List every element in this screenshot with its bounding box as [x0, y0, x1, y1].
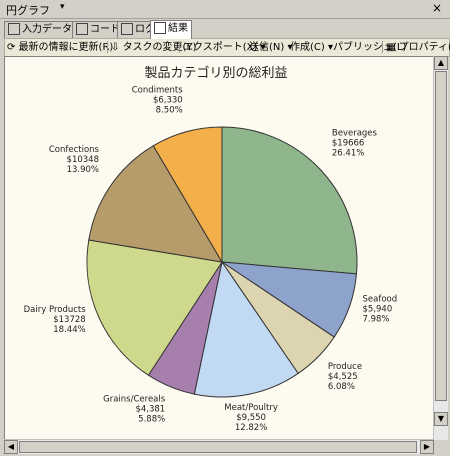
scroll-down-icon[interactable]: ▼ — [434, 412, 448, 426]
toolbar-divider — [179, 41, 180, 53]
tab-result[interactable]: 結果 — [150, 20, 192, 39]
tab-strip: 入力データ コード ログ 結果 — [4, 20, 448, 39]
scroll-up-icon[interactable]: ▲ — [434, 56, 448, 70]
tab-input-data[interactable]: 入力データ — [4, 21, 76, 38]
slice-label-name: Beverages — [332, 128, 378, 138]
slice-label-percent: 6.08% — [328, 382, 355, 392]
window-title: 円グラフ — [6, 4, 50, 17]
toolbar-divider — [107, 41, 108, 53]
refresh-label: 最新の情報に更新(R) — [18, 42, 114, 53]
slice-label-amount: $4,381 — [135, 405, 165, 415]
slice-label-percent: 7.98% — [363, 315, 390, 325]
slice-label-amount: $6,330 — [153, 95, 183, 105]
log-icon — [121, 23, 133, 35]
chart-title: 製品カテゴリ別の総利益 — [144, 65, 287, 81]
slice-label-percent: 26.41% — [332, 148, 364, 158]
table-icon — [8, 23, 20, 35]
slice-label-name: Condiments — [132, 85, 184, 95]
window-menu-chevron-icon[interactable]: ▾ — [60, 2, 65, 12]
send-menu-button[interactable]: 送信(N) ▾ — [249, 40, 293, 55]
result-viewer: 製品カテゴリ別の総利益 Beverages $19666 26.41% Seafood… — [4, 56, 436, 440]
send-label: 送信(N) — [249, 42, 285, 53]
scroll-left-icon[interactable]: ◀ — [4, 440, 18, 454]
slice-label-percent: 12.82% — [235, 423, 267, 433]
vertical-scrollbar[interactable]: ▲ ▼ — [433, 56, 448, 440]
slice-label-percent: 13.90% — [67, 165, 99, 175]
pie-slices — [86, 126, 358, 398]
result-toolbar: ⟳ 最新の情報に更新(R) ⇩ タスクの変更(Y) エクスポート(X) ▾ 送信… — [4, 38, 450, 57]
horizontal-scrollbar[interactable]: ◀ ▶ — [4, 439, 434, 454]
slice-label-percent: 5.88% — [138, 415, 165, 425]
properties-button[interactable]: ▦ プロパティ(I) — [386, 40, 450, 55]
slice-label-amount: $4,525 — [328, 372, 358, 382]
vertical-scroll-thumb[interactable] — [435, 71, 447, 401]
slice-label-name: Confections — [49, 145, 100, 155]
tab-label: 入力データ — [22, 24, 72, 35]
close-icon[interactable]: × — [430, 1, 444, 15]
slice-label-name: Meat/Poultry — [224, 403, 278, 413]
slice-label-amount: $10348 — [67, 155, 99, 165]
pie-chart: 製品カテゴリ別の総利益 Beverages$1966626.41% Seafood… — [24, 65, 398, 433]
code-icon — [76, 23, 88, 35]
tab-label: 結果 — [168, 23, 188, 34]
horizontal-scroll-thumb[interactable] — [19, 441, 417, 453]
result-icon — [154, 22, 166, 34]
slice-label-amount: $9,550 — [236, 413, 266, 423]
window-titlebar: 円グラフ ▾ × — [0, 0, 450, 19]
slice-label-name: Seafood — [363, 295, 398, 305]
properties-label: プロパティ(I) — [398, 42, 450, 53]
slice-label-amount: $13728 — [53, 315, 85, 325]
slice-label-name: Produce — [328, 362, 362, 372]
slice-label-amount: $5,940 — [363, 305, 393, 315]
slice-label-percent: 18.44% — [53, 325, 85, 335]
toolbar-divider — [382, 41, 383, 53]
export-label: エクスポート(X) — [183, 42, 258, 53]
slice-label-name: Dairy Products — [24, 305, 87, 315]
scroll-right-icon[interactable]: ▶ — [420, 440, 434, 454]
create-menu-button[interactable]: 作成(C) ▾ — [290, 40, 333, 55]
refresh-button[interactable]: ⟳ 最新の情報に更新(R) — [7, 40, 113, 55]
tab-label: コード — [90, 24, 120, 35]
create-label: 作成(C) — [290, 42, 325, 53]
slice-label-percent: 8.50% — [156, 105, 183, 115]
slice-label-name: Grains/Cereals — [103, 395, 166, 405]
slice-label-amount: $19666 — [332, 138, 364, 148]
